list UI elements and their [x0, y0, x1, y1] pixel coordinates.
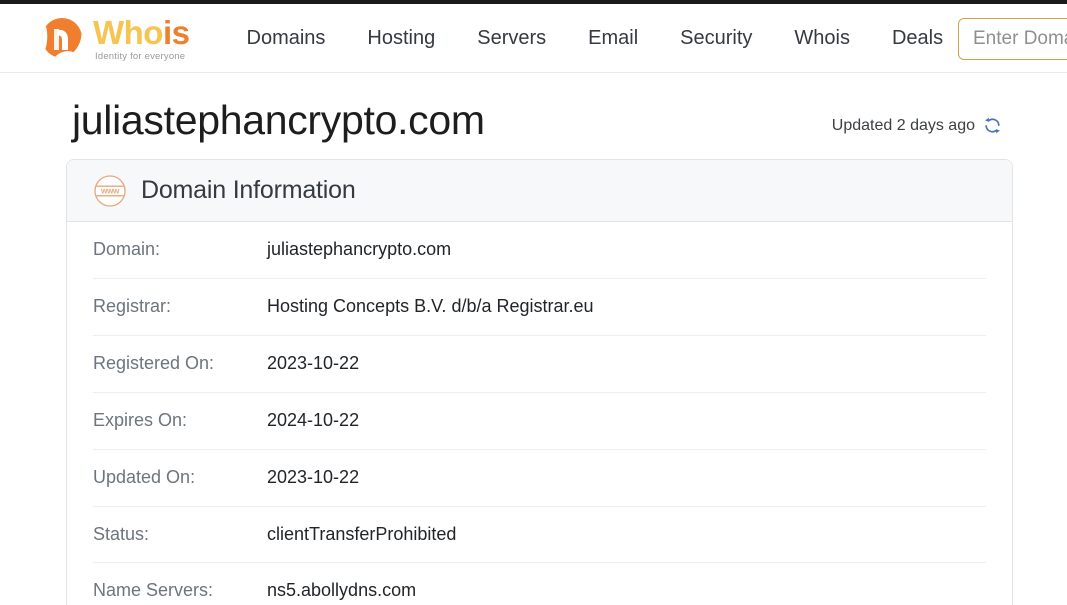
row-label-expires-on: Expires On:	[93, 409, 188, 430]
brand-wordmark: Whois Identity for everyone	[93, 14, 190, 62]
row-value-expires-on: 2024-10-22	[267, 409, 360, 430]
whois-swoosh-logo-icon	[40, 16, 84, 60]
primary-navigation: Domains Hosting Servers Email Security W…	[226, 19, 965, 58]
row-label-updated-on: Updated On:	[93, 466, 196, 487]
row-value-updated-on: 2023-10-22	[267, 466, 360, 487]
table-row: Registered On: 2023-10-22	[93, 336, 986, 393]
nav-item-email[interactable]: Email	[567, 19, 659, 58]
table-row: Name Servers: ns5.abollydns.com ns6.abol…	[93, 563, 986, 605]
page-title: juliastephancrypto.com	[72, 97, 485, 143]
table-row: Status: clientTransferProhibited	[93, 507, 986, 564]
brand-logo-link[interactable]: Whois Identity for everyone	[40, 14, 190, 62]
table-row: Domain: juliastephancrypto.com	[93, 222, 986, 280]
card-header: www Domain Information	[67, 160, 1012, 223]
row-value-registrar: Hosting Concepts B.V. d/b/a Registrar.eu	[267, 296, 594, 317]
nav-item-servers[interactable]: Servers	[456, 19, 567, 58]
card-title: Domain Information	[141, 176, 356, 205]
page-content: juliastephancrypto.com Updated 2 days ag…	[0, 73, 1067, 605]
nav-item-hosting[interactable]: Hosting	[346, 19, 456, 58]
row-label-domain: Domain:	[93, 239, 161, 260]
site-header: Whois Identity for everyone Domains Host…	[0, 4, 1067, 73]
domain-search-container	[958, 18, 1067, 60]
row-label-status: Status:	[93, 523, 150, 544]
brand-word-part2: is	[162, 14, 190, 52]
row-label-registrar: Registrar:	[93, 296, 172, 317]
nav-item-domains[interactable]: Domains	[226, 19, 347, 58]
row-value-registered-on: 2023-10-22	[267, 352, 360, 373]
table-row: Expires On: 2024-10-22	[93, 393, 986, 450]
www-globe-icon: www	[93, 174, 127, 208]
row-label-name-servers: Name Servers:	[93, 580, 214, 601]
updated-text: Updated 2 days ago	[831, 116, 975, 134]
nav-item-deals[interactable]: Deals	[871, 19, 964, 58]
refresh-sync-icon[interactable]	[983, 116, 1002, 135]
updated-status: Updated 2 days ago	[832, 116, 1002, 144]
row-value-status: clientTransferProhibited	[267, 523, 457, 544]
row-value-domain: juliastephancrypto.com	[267, 239, 452, 260]
page-header-row: juliastephancrypto.com Updated 2 days ag…	[40, 73, 1027, 144]
svg-text:www: www	[100, 186, 120, 195]
row-value-name-servers: ns5.abollydns.com ns6.abollydns.com	[267, 580, 417, 601]
row-label-registered-on: Registered On:	[93, 352, 215, 373]
domain-information-card: www Domain Information Domain: juliastep…	[66, 159, 1013, 605]
brand-tagline: Identity for everyone	[95, 51, 186, 63]
domain-search-input[interactable]	[958, 18, 1067, 60]
brand-word-part1: Who	[93, 14, 163, 52]
nav-item-whois[interactable]: Whois	[773, 19, 871, 58]
domain-info-table: Domain: juliastephancrypto.com Registrar…	[67, 222, 1012, 605]
table-row: Registrar: Hosting Concepts B.V. d/b/a R…	[93, 279, 986, 336]
table-row: Updated On: 2023-10-22	[93, 450, 986, 507]
nav-item-security[interactable]: Security	[659, 19, 773, 58]
